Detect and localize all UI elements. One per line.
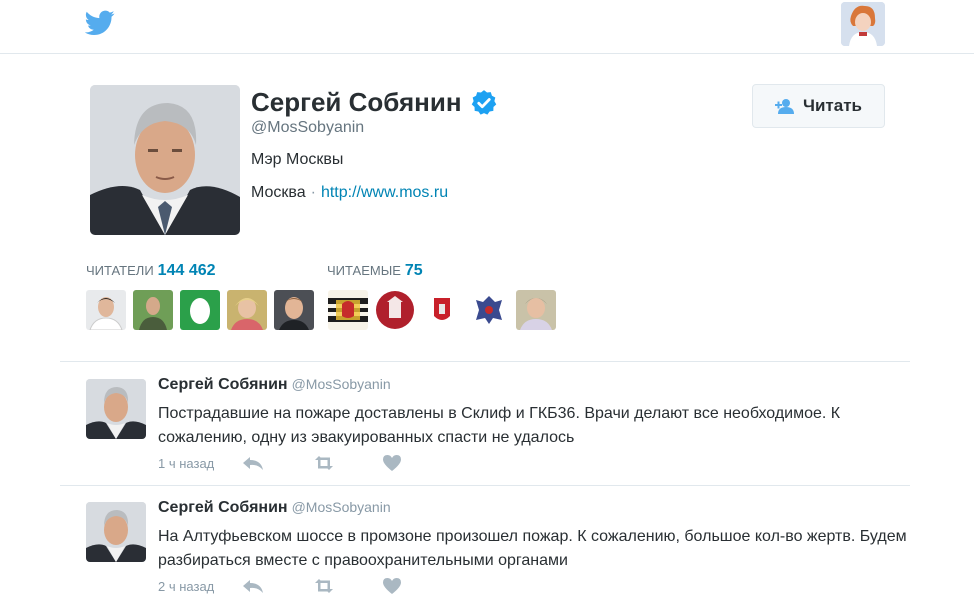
followers-stat[interactable]: ЧИТАТЕЛИ 144 462 (86, 262, 216, 280)
profile-name[interactable]: Сергей Собянин (251, 87, 498, 118)
emblem-avatar[interactable] (328, 290, 368, 330)
tweet-actions: 1 ч назад (158, 453, 452, 473)
tweet-author-handle[interactable]: @MosSobyanin (292, 376, 391, 392)
retweet-icon[interactable] (312, 453, 382, 473)
tweet[interactable]: Сергей Собянин @MosSobyanin Пострадавшие … (86, 376, 906, 486)
followers-count: 144 462 (157, 262, 216, 279)
profile-handle[interactable]: @MosSobyanin (251, 119, 364, 137)
tweet-author-name[interactable]: Сергей Собянин (158, 499, 288, 516)
twitter-bird-icon[interactable] (85, 10, 115, 36)
following-avatar-row (328, 290, 563, 330)
follower-avatar[interactable] (86, 290, 126, 330)
like-heart-icon[interactable] (382, 576, 452, 596)
follow-button[interactable]: Читать (752, 84, 885, 128)
tweet[interactable]: Сергей Собянин @MosSobyanin На Алтуфьевск… (86, 499, 907, 608)
tweet-avatar[interactable] (86, 502, 146, 562)
tweet-timestamp[interactable]: 1 ч назад (158, 456, 242, 471)
follow-button-label: Читать (803, 96, 862, 115)
tweet-text: На Алтуфьевском шоссе в промзоне произош… (158, 528, 907, 569)
tweet-actions: 2 ч назад (158, 576, 452, 596)
egg-avatar-icon[interactable] (180, 290, 220, 330)
tweet-author-name[interactable]: Сергей Собянин (158, 376, 288, 393)
reply-icon[interactable] (242, 453, 312, 473)
tweet-avatar[interactable] (86, 379, 146, 439)
user-avatar-icon[interactable] (841, 2, 885, 46)
following-avatar[interactable] (516, 290, 556, 330)
followers-label: ЧИТАТЕЛИ (86, 263, 154, 278)
coat-of-arms-avatar[interactable] (469, 290, 509, 330)
following-count: 75 (404, 262, 423, 279)
tweet-text: Пострадавшие на пожаре доставлены в Скли… (158, 405, 841, 446)
top-bar (0, 0, 974, 54)
followers-avatar-row (86, 290, 321, 330)
follower-avatar[interactable] (227, 290, 267, 330)
follower-avatar[interactable] (133, 290, 173, 330)
add-user-icon (775, 99, 795, 114)
tweet-timestamp[interactable]: 2 ч назад (158, 579, 242, 594)
profile-name-text[interactable]: Сергей Собянин (251, 87, 462, 118)
separator-dot: · (310, 184, 316, 201)
divider (60, 485, 910, 486)
reply-icon[interactable] (242, 576, 312, 596)
like-heart-icon[interactable] (382, 453, 452, 473)
following-label: ЧИТАЕМЫЕ (327, 263, 401, 278)
profile-location-line: Москва · http://www.mos.ru (251, 184, 448, 202)
following-stat[interactable]: ЧИТАЕМЫЕ 75 (327, 262, 423, 280)
profile-bio: Мэр Москвы (251, 151, 344, 168)
tweet-author-handle[interactable]: @MosSobyanin (292, 499, 391, 515)
follower-avatar[interactable] (274, 290, 314, 330)
tweet-header: Сергей Собянин @MosSobyanin (158, 376, 391, 394)
university-logo-avatar[interactable] (375, 290, 415, 330)
tweet-header: Сергей Собянин @MosSobyanin (158, 499, 391, 517)
verified-badge-icon (471, 89, 496, 115)
moscow-emblem-avatar[interactable] (422, 290, 462, 330)
retweet-icon[interactable] (312, 576, 382, 596)
profile-location: Москва (251, 184, 306, 201)
divider (60, 361, 910, 362)
profile-photo[interactable] (90, 85, 240, 235)
profile-url-link[interactable]: http://www.mos.ru (321, 184, 448, 201)
